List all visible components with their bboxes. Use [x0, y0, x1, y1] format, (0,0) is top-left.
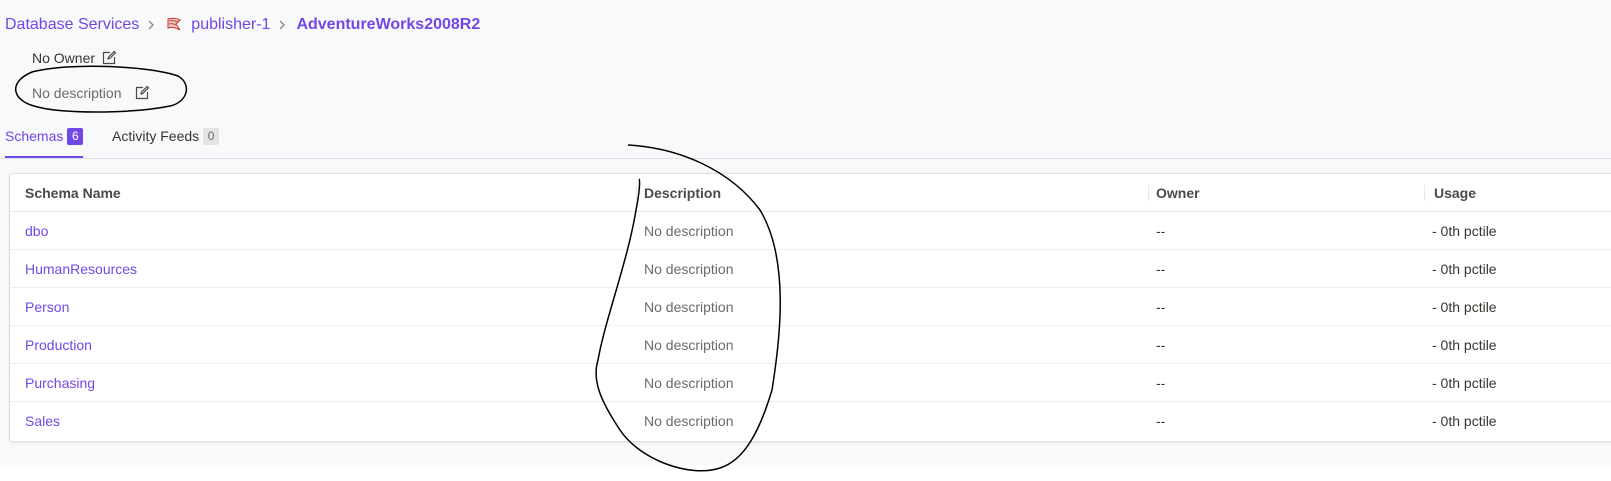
schema-owner: -- [1148, 363, 1424, 402]
column-header-description[interactable]: Description [636, 174, 1148, 212]
schema-usage: - 0th pctile [1432, 412, 1497, 429]
breadcrumb-database-services[interactable]: Database Services [5, 16, 139, 34]
schema-description: No description [636, 249, 1148, 288]
schema-usage: - 0th pctile [1424, 325, 1611, 364]
column-header-usage[interactable]: Usage [1424, 174, 1611, 212]
tab-bar: Schemas 6 Activity Feeds 0 [0, 124, 1611, 159]
table-row: Person No description -- - 0th pctile [10, 287, 1611, 326]
schema-name-link[interactable]: Person [10, 287, 636, 326]
schema-owner: -- [1148, 287, 1424, 326]
schema-usage: - 0th pctile [1424, 211, 1611, 250]
schema-owner: -- [1148, 211, 1424, 250]
owner-label: No Owner [32, 50, 96, 66]
description-text: No description [32, 85, 122, 101]
breadcrumb: Database Services publisher-1 AdventureW… [5, 14, 480, 36]
table-row: HumanResources No description -- - 0th p… [10, 249, 1611, 288]
breadcrumb-current-database: AdventureWorks2008R2 [296, 16, 481, 33]
chevron-right-icon [278, 19, 286, 31]
schema-name-link[interactable]: dbo [10, 211, 636, 250]
schema-description: No description [636, 363, 1148, 402]
column-header-owner[interactable]: Owner [1148, 174, 1424, 212]
edit-owner-icon[interactable] [101, 50, 117, 66]
tab-schemas[interactable]: Schemas 6 [5, 128, 84, 158]
schema-name-link[interactable]: Sales [10, 402, 636, 440]
table-row: dbo No description -- - 0th pctile [10, 211, 1611, 250]
tab-activity-feeds-count-badge: 0 [203, 128, 220, 145]
schemas-table: Schema Name Description Owner Usage dbo … [9, 173, 1611, 442]
database-description: No description [32, 83, 150, 103]
schema-description: No description [636, 211, 1148, 250]
mssql-icon [165, 16, 183, 34]
table-row: Purchasing No description -- - 0th pctil… [10, 363, 1611, 402]
schema-owner: -- [1156, 412, 1166, 429]
schema-name-link[interactable]: Production [10, 325, 636, 364]
tab-schemas-label: Schemas [5, 128, 64, 144]
breadcrumb-service[interactable]: publisher-1 [191, 16, 270, 34]
edit-description-icon[interactable] [134, 85, 150, 101]
schema-usage: - 0th pctile [1424, 363, 1611, 402]
tab-activity-feeds-label: Activity Feeds [112, 128, 200, 144]
schema-description: No description [636, 325, 1148, 364]
schema-description: No description [644, 412, 734, 429]
tab-activity-feeds[interactable]: Activity Feeds 0 [112, 128, 220, 158]
owner-info: No Owner [32, 48, 117, 68]
table-row: Sales No description -- - 0th pctile [10, 402, 1611, 440]
schema-description: No description [636, 287, 1148, 326]
table-header-row: Schema Name Description Owner Usage [10, 174, 1611, 212]
schema-owner: -- [1148, 325, 1424, 364]
schema-usage: - 0th pctile [1424, 287, 1611, 326]
tab-schemas-count-badge: 6 [67, 128, 84, 145]
schema-name-link[interactable]: HumanResources [10, 249, 636, 288]
schema-usage: - 0th pctile [1424, 249, 1611, 288]
schema-owner: -- [1148, 249, 1424, 288]
schema-name-link[interactable]: Purchasing [10, 363, 636, 402]
column-header-schema-name[interactable]: Schema Name [10, 174, 636, 212]
table-row: Production No description -- - 0th pctil… [10, 325, 1611, 364]
chevron-right-icon [147, 19, 155, 31]
